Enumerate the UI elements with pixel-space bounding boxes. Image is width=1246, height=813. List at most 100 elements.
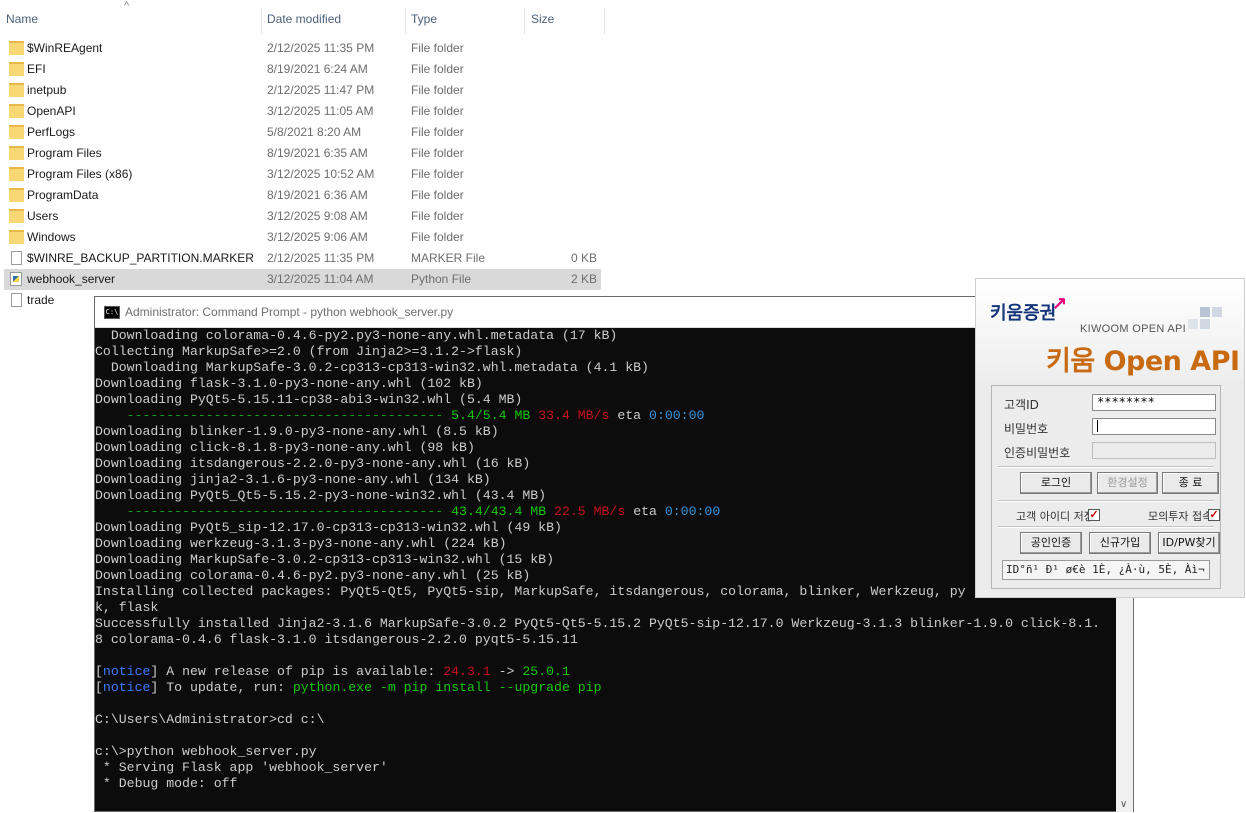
exit-button[interactable]: 종 료: [1162, 472, 1219, 494]
download-amount: 43.4/43.4 MB: [451, 504, 547, 519]
file-row[interactable]: Program Files (x86) 3/12/2025 10:52 AM Fil…: [4, 164, 601, 185]
file-date: 2/12/2025 11:35 PM: [267, 41, 375, 55]
console-line: Downloading blinker-1.9.0-py3-none-any.w…: [95, 424, 499, 439]
file-row[interactable]: Users 3/12/2025 9:08 AM File folder: [4, 206, 601, 227]
id-label: 고객ID: [1004, 398, 1039, 412]
file-date: 3/12/2025 9:08 AM: [267, 209, 368, 223]
console-line: Downloading MarkupSafe-3.0.2-cp313-cp313…: [95, 552, 554, 567]
folder-icon: [9, 146, 24, 160]
file-row[interactable]: Windows 3/12/2025 9:06 AM File folder: [4, 227, 601, 248]
file-row[interactable]: inetpub 2/12/2025 11:47 PM File folder: [4, 80, 601, 101]
progress-bar: ----------------------------------------: [95, 408, 444, 423]
folder-icon: [9, 83, 24, 97]
eta-label: eta: [633, 504, 657, 519]
console-line: Downloading jinja2-3.1.6-py3-none-any.wh…: [95, 472, 491, 487]
save-id-checkbox[interactable]: ✓: [1088, 509, 1100, 521]
column-divider[interactable]: [524, 8, 525, 34]
console-line: Downloading PyQt5_Qt5-5.15.2-py3-none-wi…: [95, 488, 547, 503]
notice-line: [notice] To update, run: python.exe -m p…: [95, 680, 602, 695]
login-header: 키움증권 ↗ KIWOOM OPEN API 키움 Open API: [976, 279, 1244, 379]
file-name: ProgramData: [27, 188, 99, 202]
file-type: File folder: [411, 146, 464, 160]
notice-line: [notice] A new release of pip is availab…: [95, 664, 570, 679]
file-name: inetpub: [27, 83, 67, 97]
file-row[interactable]: ProgramData 8/19/2021 6:36 AM File folder: [4, 185, 601, 206]
file-row[interactable]: $WINRE_BACKUP_PARTITION.MARKER 2/12/2025 …: [4, 248, 601, 269]
eta-label: eta: [617, 408, 642, 423]
folder-icon: [9, 188, 24, 202]
console-line: 8 colorama-0.4.6 flask-3.1.0 itsdangerou…: [95, 632, 578, 647]
mock-trading-checkbox[interactable]: ✓: [1208, 509, 1220, 521]
column-divider[interactable]: [405, 8, 406, 34]
file-type: File folder: [411, 188, 464, 202]
file-type: File folder: [411, 125, 464, 139]
file-date: 8/19/2021 6:35 AM: [267, 146, 368, 160]
column-header-size[interactable]: Size: [531, 9, 554, 33]
login-button[interactable]: 로그인: [1020, 472, 1092, 494]
file-type: File folder: [411, 83, 464, 97]
file-size: 2 KB: [570, 272, 597, 286]
brand-logo: 키움증권: [990, 303, 1057, 324]
login-panel: 고객ID ******** 비밀번호 인증비밀번호 로그인 환경설정 종 료 고…: [991, 385, 1221, 589]
mock-trading-label: 모의투자 접속: [1148, 510, 1213, 523]
text-cursor: [1097, 420, 1098, 432]
console-output[interactable]: Downloading colorama-0.4.6-py2.py3-none-…: [95, 328, 1117, 813]
product-subtitle: KIWOOM OPEN API: [1080, 323, 1186, 335]
progress-line: ----------------------------------------…: [95, 504, 1117, 520]
console-line: Collecting MarkupSafe>=2.0 (from Jinja2>…: [95, 344, 523, 359]
find-id-pw-button[interactable]: ID/PW찾기: [1158, 532, 1220, 554]
column-divider[interactable]: [261, 8, 262, 34]
password-input[interactable]: [1092, 418, 1216, 435]
file-row[interactable]: webhook_server 3/12/2025 11:04 AM Python F…: [4, 269, 601, 290]
file-row[interactable]: PerfLogs 5/8/2021 8:20 AM File folder: [4, 122, 601, 143]
file-row[interactable]: $WinREAgent 2/12/2025 11:35 PM File folder: [4, 38, 601, 59]
download-amount: 5.4/5.4 MB: [451, 408, 531, 423]
id-input[interactable]: ********: [1092, 394, 1216, 411]
console-line: Downloading click-8.1.8-py3-none-any.whl…: [95, 440, 475, 455]
scroll-down-arrow-icon[interactable]: ∨: [1120, 799, 1127, 810]
file-name: webhook_server: [27, 272, 116, 286]
file-name: Program Files (x86): [27, 167, 133, 181]
file-row[interactable]: EFI 8/19/2021 6:24 AM File folder: [4, 59, 601, 80]
file-type: File folder: [411, 62, 464, 76]
file-name: Windows: [27, 230, 76, 244]
command-prompt-icon: C:\: [104, 306, 120, 319]
product-title: 키움 Open API: [1046, 346, 1240, 377]
folder-icon: [9, 62, 24, 76]
settings-button[interactable]: 환경설정: [1097, 472, 1158, 494]
column-header-type[interactable]: Type: [411, 9, 437, 33]
certificate-button[interactable]: 공인인증: [1020, 532, 1082, 554]
file-date: 2/12/2025 11:35 PM: [267, 251, 375, 265]
sort-ascending-icon[interactable]: ^: [124, 0, 129, 12]
console-line: Downloading colorama-0.4.6-py2.py3-none-…: [95, 328, 618, 343]
logo-arrow-icon: ↗: [1052, 293, 1068, 313]
status-bar: ID°ñ¹ Ð¹ ø€è 1È, ¿À·ù, 5È, Àì¬: [1002, 560, 1210, 580]
python-file-icon: [10, 272, 22, 286]
file-name: PerfLogs: [27, 125, 76, 139]
notice-tag: notice: [102, 664, 151, 679]
file-date: 8/19/2021 6:24 AM: [267, 62, 368, 76]
file-type: File folder: [411, 167, 464, 181]
console-line: Successfully installed Jinja2-3.1.6 Mark…: [95, 616, 1101, 631]
file-row[interactable]: OpenAPI 3/12/2025 11:05 AM File folder: [4, 101, 601, 122]
file-date: 8/19/2021 6:36 AM: [267, 188, 368, 202]
file-date: 3/12/2025 11:05 AM: [267, 104, 374, 118]
folder-icon: [9, 104, 24, 118]
signup-button[interactable]: 신규가입: [1089, 532, 1151, 554]
file-name: OpenAPI: [27, 104, 76, 118]
file-date: 5/8/2021 8:20 AM: [267, 125, 362, 139]
divider: [998, 526, 1214, 528]
column-header-date[interactable]: Date modified: [267, 9, 341, 33]
column-divider[interactable]: [604, 8, 605, 34]
file-row[interactable]: Program Files 8/19/2021 6:35 AM File folde…: [4, 143, 601, 164]
cert-password-input[interactable]: [1092, 442, 1216, 459]
console-line: Downloading MarkupSafe-3.0.2-cp313-cp313…: [95, 360, 649, 375]
file-name: Users: [27, 209, 59, 223]
notice-text: A new release of pip is available:: [158, 664, 444, 679]
column-header-name[interactable]: Name: [6, 9, 38, 33]
file-type: File folder: [411, 41, 464, 55]
file-date: 3/12/2025 9:06 AM: [267, 230, 368, 244]
file-icon: [11, 251, 22, 265]
